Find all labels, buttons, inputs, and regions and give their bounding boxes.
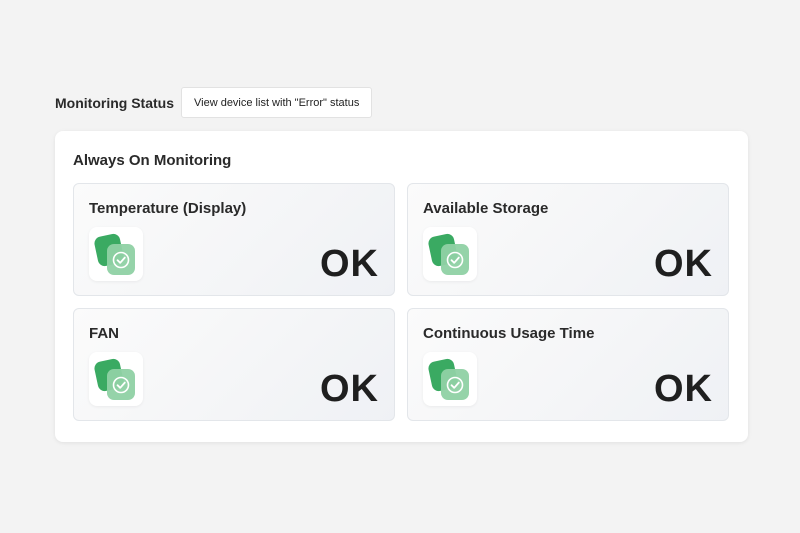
monitoring-page: Monitoring Status View device list with … (0, 0, 800, 533)
shield-check-icon (423, 227, 477, 281)
status-value: OK (320, 243, 379, 285)
card-title: Continuous Usage Time (423, 325, 595, 342)
card-available-storage[interactable]: Available Storage OK (407, 183, 729, 296)
panel-title: Always On Monitoring (73, 152, 232, 169)
status-value: OK (654, 368, 713, 410)
status-header: Monitoring Status View device list with … (55, 87, 373, 118)
shield-check-icon (89, 352, 143, 406)
view-error-devices-button[interactable]: View device list with "Error" status (181, 87, 373, 118)
status-value: OK (654, 243, 713, 285)
card-title: Available Storage (423, 200, 549, 217)
shield-check-icon (89, 227, 143, 281)
card-continuous-usage-time[interactable]: Continuous Usage Time OK (407, 308, 729, 421)
always-on-monitoring-panel: Always On Monitoring Temperature (Displa… (55, 131, 748, 442)
shield-check-icon (423, 352, 477, 406)
section-title: Monitoring Status (55, 94, 174, 111)
card-fan[interactable]: FAN OK (73, 308, 395, 421)
card-title: Temperature (Display) (89, 200, 247, 217)
card-title: FAN (89, 325, 119, 342)
status-value: OK (320, 368, 379, 410)
card-temperature-display[interactable]: Temperature (Display) OK (73, 183, 395, 296)
monitoring-card-grid: Temperature (Display) OK Available Stora… (73, 183, 729, 421)
